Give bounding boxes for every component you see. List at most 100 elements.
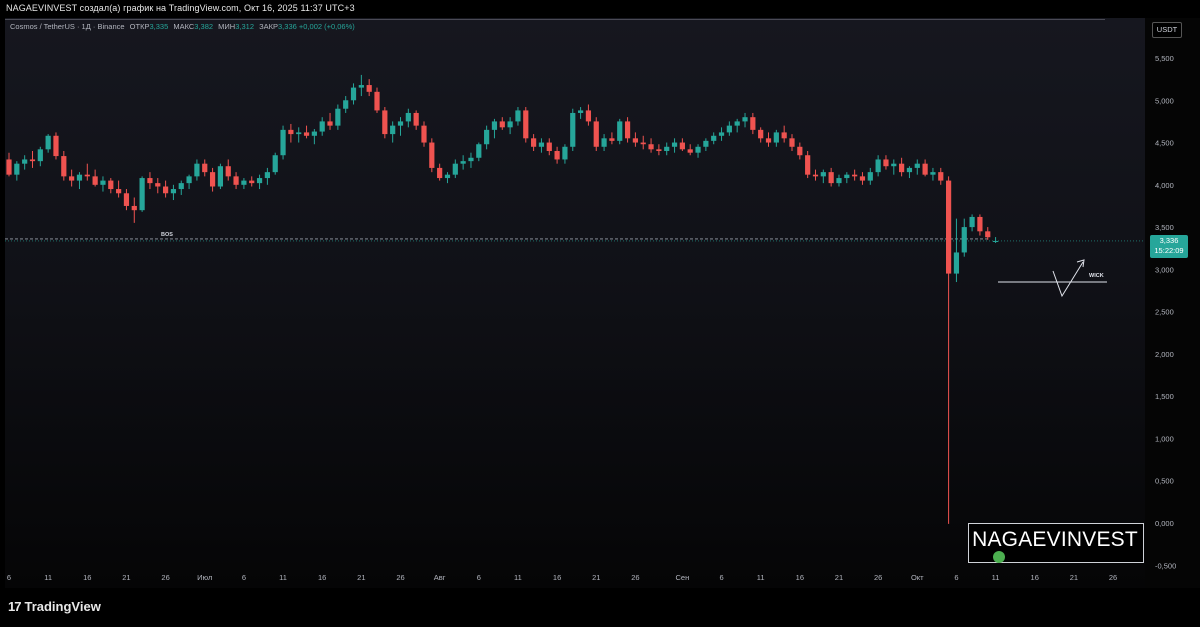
candle-body — [585, 110, 592, 122]
candle-body — [22, 159, 28, 164]
candle-body — [695, 146, 701, 153]
candle-body — [805, 155, 811, 175]
candle-body — [202, 163, 208, 173]
candle-body — [750, 117, 756, 130]
candle-body — [69, 176, 75, 181]
candle-body — [930, 172, 936, 175]
candle-body — [859, 176, 866, 181]
y-tick-label: 4,000 — [1155, 181, 1174, 190]
candle-body — [828, 172, 834, 184]
candle-body — [946, 180, 952, 274]
candle-body — [656, 149, 662, 151]
candle-body — [116, 189, 122, 194]
x-tick-label: 6 — [719, 573, 723, 582]
candle-body — [405, 112, 411, 122]
x-tick-label: 16 — [318, 573, 326, 582]
candle-body — [773, 132, 779, 143]
candle-body — [906, 167, 913, 173]
candle-body — [366, 85, 372, 92]
candle-body — [429, 142, 435, 168]
tradingview-mark-icon: 17 — [8, 599, 22, 614]
watermark-text: NAGAEVINVEST — [972, 528, 1138, 551]
candle-body — [241, 180, 247, 185]
candle-body — [507, 121, 513, 128]
candle-body — [632, 138, 638, 143]
candle-body — [640, 142, 646, 145]
candle-body — [61, 156, 67, 177]
candle-body — [703, 140, 709, 147]
candle-body — [186, 176, 192, 184]
candle-body — [671, 142, 678, 147]
candle-body — [225, 166, 231, 177]
candle-body — [899, 163, 905, 173]
wick-label: WICK — [1089, 273, 1104, 279]
y-tick-label: -0,500 — [1155, 561, 1176, 570]
candle-body — [327, 121, 333, 126]
candle-body — [718, 132, 725, 136]
x-tick-label: 26 — [874, 573, 882, 582]
x-tick-label: 21 — [592, 573, 600, 582]
candle-body — [76, 174, 83, 181]
candle-countdown: 15:22:09 — [1154, 246, 1184, 255]
candle-body — [100, 180, 106, 185]
candle-body — [155, 183, 161, 187]
candle-body — [217, 166, 224, 187]
candle-body — [844, 174, 850, 179]
candle-body — [734, 121, 740, 126]
candle-body — [758, 129, 764, 139]
candle-body — [311, 131, 317, 136]
candle-body — [577, 110, 584, 113]
candle-body — [531, 138, 537, 147]
candle-body — [374, 91, 380, 111]
candle-body — [922, 163, 928, 175]
candle-body — [985, 231, 991, 238]
candle-body — [170, 189, 177, 194]
x-tick-label: 16 — [553, 573, 561, 582]
tradingview-logo[interactable]: 17 TradingView — [8, 599, 101, 614]
candle-body — [765, 138, 772, 143]
x-tick-label: 11 — [992, 573, 1000, 582]
candle-body — [264, 172, 270, 179]
candle-body — [546, 142, 552, 151]
candle-body — [256, 178, 263, 184]
candle-body — [820, 172, 826, 177]
candle-body — [883, 159, 889, 167]
candle-body — [233, 176, 239, 185]
candle-body — [343, 100, 349, 109]
candle-body — [977, 216, 983, 232]
candle-body — [852, 174, 858, 177]
x-tick-label: 21 — [1070, 573, 1078, 582]
candle-body — [797, 146, 803, 156]
y-tick-label: 1,500 — [1155, 392, 1174, 401]
x-tick-label: 11 — [279, 573, 287, 582]
candle-body — [358, 85, 364, 88]
candle-body — [108, 180, 114, 190]
candle-body — [413, 112, 419, 126]
x-tick-label: 21 — [122, 573, 130, 582]
candle-body — [390, 125, 396, 135]
y-tick-label: 2,500 — [1155, 308, 1174, 317]
candle-body — [84, 174, 90, 177]
last-price-value: 3,336 — [1159, 236, 1179, 245]
candle-body — [781, 132, 787, 139]
candle-body — [53, 135, 59, 157]
x-tick-label: 26 — [161, 573, 169, 582]
candle-body — [992, 240, 999, 242]
candle-body — [29, 159, 36, 162]
x-tick-label: 6 — [242, 573, 246, 582]
candle-body — [397, 121, 404, 126]
candle-body — [891, 163, 897, 167]
y-tick-label: 5,500 — [1155, 54, 1174, 63]
candle-body — [382, 110, 388, 135]
candle-body — [14, 163, 20, 175]
candle-body — [280, 129, 286, 156]
x-tick-label: 11 — [44, 573, 52, 582]
candle-body — [444, 174, 451, 179]
candle-body — [139, 178, 145, 211]
candle-body — [350, 87, 357, 101]
candle-body — [249, 180, 255, 184]
candle-body — [45, 135, 51, 150]
bos-label: BOS — [161, 232, 173, 238]
candle-body — [499, 121, 505, 128]
chart-window: NAGAEVINVEST создал(а) график на Trading… — [0, 0, 1200, 627]
